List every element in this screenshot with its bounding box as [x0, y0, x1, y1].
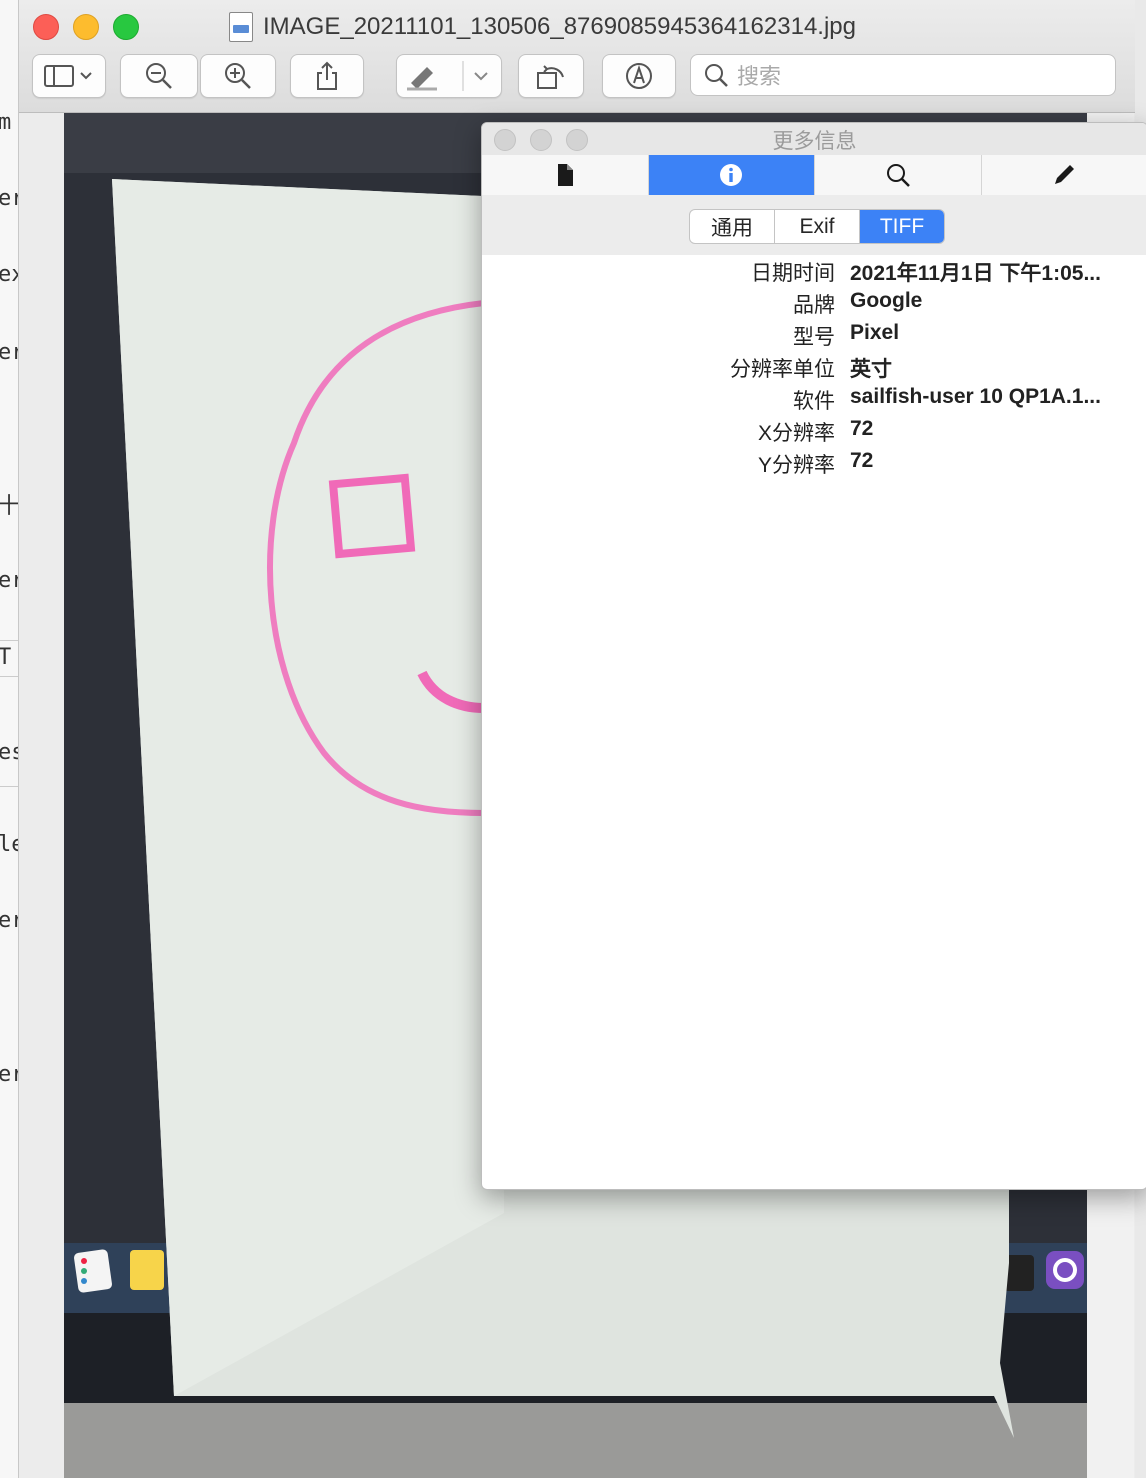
panel-title: 更多信息 [772, 130, 857, 153]
metadata-segmented-control: 通用 Exif TIFF [689, 209, 945, 244]
search-placeholder: 搜索 [737, 64, 782, 89]
background-window: m er ex er 十 er T es le er er [0, 0, 19, 1478]
window-title: IMAGE_20211101_130506_876908594536416231… [229, 10, 856, 44]
inspector-tabs [482, 155, 1146, 196]
metadata-key: 分辨率单位 [730, 358, 835, 381]
rotate-button[interactable] [518, 54, 584, 98]
metadata-value: sailfish-user 10 QP1A.1... [850, 385, 1101, 408]
background-text: m [0, 110, 11, 135]
tab-search[interactable] [815, 155, 982, 195]
metadata-key: 品牌 [793, 294, 835, 317]
metadata-key: 日期时间 [751, 262, 835, 285]
zoom-in-button[interactable] [200, 54, 276, 98]
file-icon [557, 164, 573, 186]
segment-general[interactable]: 通用 [690, 210, 775, 243]
search-icon [705, 64, 728, 87]
share-icon [317, 61, 337, 90]
search-field[interactable]: 搜索 [690, 54, 1116, 96]
metadata-row: 日期时间 2021年11月1日 下午1:05... [482, 257, 1146, 289]
maximize-button[interactable] [113, 14, 139, 40]
info-icon [720, 164, 743, 186]
more-info-panel: 更多信息 通用 Exif TIFF 日期时间 2021年11月1日 下午1:05… [481, 122, 1146, 1190]
search-icon [886, 164, 910, 187]
metadata-key: 软件 [793, 390, 835, 413]
background-text: er [0, 1062, 18, 1087]
markup-pen-button[interactable] [396, 54, 502, 98]
background-text: er [0, 908, 18, 933]
zoom-out-button[interactable] [120, 54, 198, 98]
metadata-row: 品牌 Google [482, 289, 1146, 321]
tab-file[interactable] [482, 155, 649, 195]
metadata-value: Pixel [850, 321, 900, 344]
share-button[interactable] [290, 54, 364, 98]
minimize-button[interactable] [73, 14, 99, 40]
document-icon [229, 12, 253, 42]
metadata-value: 72 [850, 417, 874, 440]
metadata-value: 2021年11月1日 下午1:05... [850, 262, 1101, 285]
divider [0, 786, 18, 787]
metadata-row: 软件 sailfish-user 10 QP1A.1... [482, 385, 1146, 417]
panel-titlebar: 更多信息 [482, 123, 1146, 155]
divider [0, 640, 18, 641]
pencil-icon [1055, 165, 1075, 184]
sidebar-toggle-button[interactable] [32, 54, 106, 98]
close-button[interactable] [33, 14, 59, 40]
markup-icon [626, 63, 652, 89]
divider [0, 676, 18, 677]
background-text: T [0, 645, 11, 670]
tab-edit[interactable] [982, 155, 1146, 195]
metadata-key: 型号 [793, 326, 835, 349]
zoom-out-icon [146, 63, 172, 89]
metadata-key: X分辨率 [757, 422, 835, 445]
metadata-value: 72 [850, 449, 874, 472]
metadata-value: 英寸 [850, 358, 892, 381]
highlighter-icon [407, 61, 488, 91]
window-title-text: IMAGE_20211101_130506_876908594536416231… [263, 13, 856, 40]
metadata-row: Y分辨率 72 [482, 449, 1146, 481]
segment-tiff[interactable]: TIFF [860, 210, 944, 243]
background-text: le [0, 832, 18, 857]
metadata-key: Y分辨率 [757, 454, 835, 477]
metadata-value: Google [850, 289, 923, 312]
titlebar: IMAGE_20211101_130506_876908594536416231… [19, 0, 1135, 113]
sidebar-icon [44, 65, 92, 87]
metadata-row: X分辨率 72 [482, 417, 1146, 449]
markup-button[interactable] [602, 54, 676, 98]
metadata-row: 型号 Pixel [482, 321, 1146, 353]
background-text: er [0, 568, 18, 593]
segment-exif[interactable]: Exif [775, 210, 860, 243]
background-text: er [0, 186, 18, 211]
background-text: 十 [0, 488, 18, 520]
background-text: es [0, 740, 18, 765]
tab-info[interactable] [648, 155, 815, 195]
segment-area: 通用 Exif TIFF [482, 195, 1146, 255]
background-text: ex [0, 262, 18, 287]
metadata-row: 分辨率单位 英寸 [482, 353, 1146, 385]
zoom-in-icon [225, 63, 251, 89]
rotate-icon [537, 65, 564, 89]
background-text: er [0, 340, 18, 365]
